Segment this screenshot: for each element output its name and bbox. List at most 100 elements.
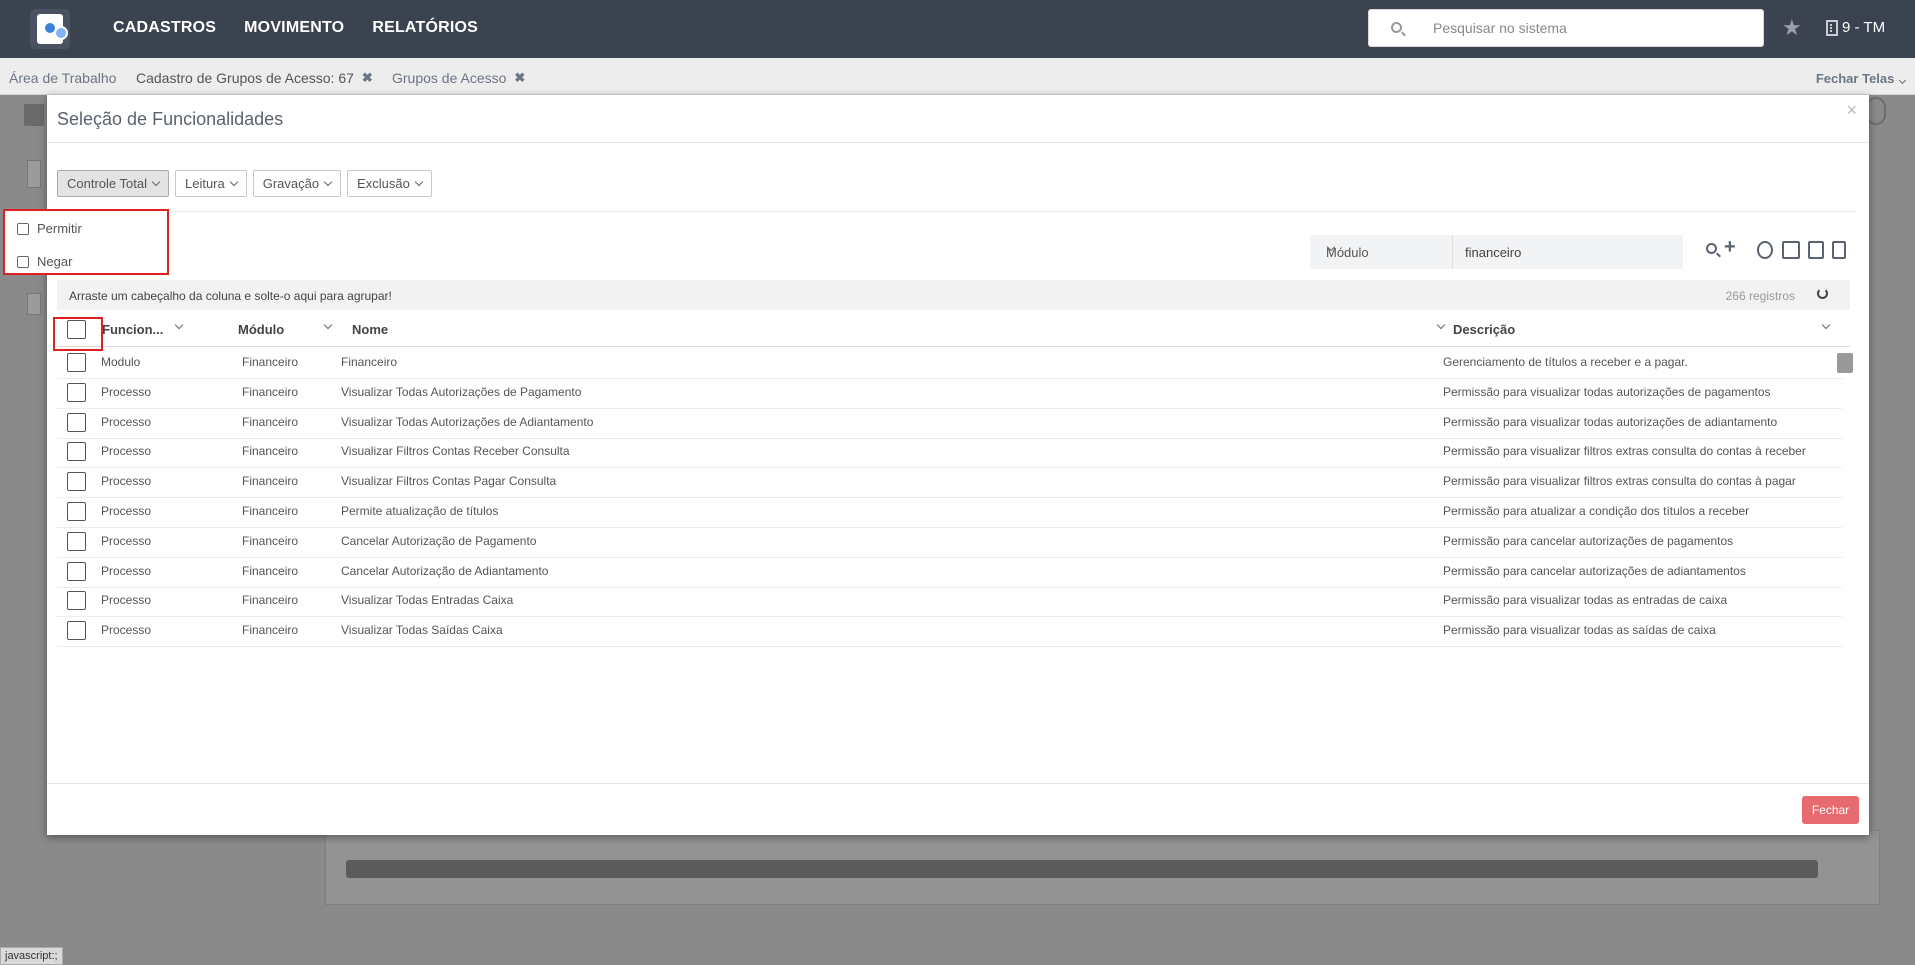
exclusao-dropdown[interactable]: Exclusão <box>347 170 432 197</box>
cell-nome: Permite atualização de títulos <box>341 504 499 518</box>
table-row[interactable]: Processo Financeiro Cancelar Autorização d… <box>57 528 1842 558</box>
cell-descricao: Gerenciamento de títulos a receber e a p… <box>1443 355 1688 369</box>
save-icon <box>24 104 44 126</box>
row-checkbox[interactable] <box>67 502 86 521</box>
grid-scrollbar-thumb[interactable] <box>1837 353 1853 373</box>
divider <box>57 211 1857 212</box>
table-row[interactable]: Processo Financeiro Visualizar Filtros Con… <box>57 468 1842 499</box>
chevron-down-icon <box>414 177 424 187</box>
cell-funcionalidade: Processo <box>101 593 152 608</box>
row-checkbox[interactable] <box>67 353 86 372</box>
tab-area-de-trabalho[interactable]: Área de Trabalho <box>9 70 116 86</box>
menu-item-negar[interactable]: Negar <box>17 254 72 269</box>
export-icon[interactable] <box>1757 241 1773 259</box>
filter-value-input[interactable]: financeiro <box>1453 235 1683 269</box>
tab-cadastro-grupos[interactable]: Cadastro de Grupos de Acesso: 67 ✖ <box>136 70 373 86</box>
cell-modulo: Financeiro <box>242 533 299 548</box>
cell-funcionalidade: Processo <box>101 623 152 638</box>
column-header-modulo[interactable]: Módulo <box>238 320 338 337</box>
app-logo-icon[interactable] <box>30 9 70 49</box>
table-row[interactable]: Processo Financeiro Cancelar Autorização d… <box>57 558 1842 588</box>
close-icon[interactable]: ✖ <box>362 70 373 86</box>
company-selector[interactable]: 9 - TM <box>1826 19 1885 36</box>
row-checkbox[interactable] <box>67 621 86 641</box>
menu-movimento[interactable]: MOVIMENTO <box>244 19 344 37</box>
filter-field-select[interactable]: Módulo <box>1310 235 1453 269</box>
global-search-input[interactable] <box>1433 20 1733 36</box>
refresh-icon[interactable] <box>1817 288 1828 299</box>
cell-modulo: Financeiro <box>242 355 299 369</box>
table-row[interactable]: Processo Financeiro Visualizar Todas Entra… <box>57 587 1842 618</box>
fechar-telas-button[interactable]: Fechar Telas <box>1816 71 1907 86</box>
fechar-button[interactable]: Fechar <box>1802 796 1859 824</box>
row-checkbox[interactable] <box>67 472 86 492</box>
row-checkbox[interactable] <box>67 561 86 581</box>
table-row[interactable]: Processo Financeiro Visualizar Todas Autor… <box>57 379 1842 409</box>
trash-icon[interactable] <box>1832 241 1846 259</box>
chevron-down-icon[interactable] <box>1821 320 1831 330</box>
background-scrollbar <box>346 860 1818 878</box>
row-checkbox[interactable] <box>67 382 86 402</box>
cell-funcionalidade: Modulo <box>101 355 141 369</box>
controle-total-menu: Permitir Negar <box>3 209 169 275</box>
cell-nome: Visualizar Todas Autorizações de Pagamen… <box>341 384 582 399</box>
group-by-panel[interactable]: Arraste um cabeçalho da coluna e solte-o… <box>57 280 1850 310</box>
table-row[interactable]: Processo Financeiro Visualizar Filtros Con… <box>57 438 1842 469</box>
chevron-down-icon[interactable] <box>323 320 333 330</box>
menu-relatorios[interactable]: RELATÓRIOS <box>372 19 478 37</box>
cell-modulo: Financeiro <box>242 563 299 578</box>
table-row[interactable]: Modulo Financeiro Financeiro Gerenciamento … <box>57 349 1842 379</box>
chevron-down-icon[interactable] <box>174 320 184 330</box>
table-row[interactable]: ProcessoFinanceiroPermite Alterar Contas… <box>57 647 1842 649</box>
tabs-bar: Área de Trabalho Cadastro de Grupos de A… <box>0 58 1915 95</box>
cell-nome: Visualizar Todas Autorizações de Adianta… <box>341 414 594 429</box>
table-row[interactable]: Processo Financeiro Visualizar Todas Autor… <box>57 409 1842 439</box>
thumbs-up-icon <box>17 222 29 235</box>
column-header-funcionalidade[interactable]: Funcion... <box>102 320 184 337</box>
selecao-funcionalidades-modal: Seleção de Funcionalidades × Controle To… <box>47 95 1869 835</box>
magnifier-icon[interactable] <box>1706 243 1717 254</box>
column-header-nome[interactable]: Nome <box>352 320 1452 337</box>
record-count: 266 registros <box>1725 289 1795 303</box>
chevron-down-icon <box>229 177 238 187</box>
menu-cadastros[interactable]: CADASTROS <box>113 19 216 37</box>
row-checkbox[interactable] <box>67 591 86 611</box>
cell-funcionalidade: Processo <box>101 563 152 578</box>
search-icon <box>1391 22 1402 33</box>
cell-descricao: Permissão para visualizar todas as entra… <box>1443 593 1728 608</box>
star-icon[interactable]: ★ <box>1782 15 1802 41</box>
print-icon[interactable] <box>1782 241 1800 259</box>
controle-total-dropdown[interactable]: Controle Total <box>57 170 169 197</box>
close-icon[interactable]: × <box>1846 100 1857 121</box>
save-icon[interactable] <box>1808 241 1824 259</box>
gravacao-dropdown[interactable]: Gravação <box>252 170 342 197</box>
cell-modulo: Financeiro <box>242 444 299 459</box>
cell-descricao: Permissão para visualizar todas autoriza… <box>1443 384 1771 399</box>
main-menu: CADASTROS MOVIMENTO RELATÓRIOS <box>113 19 478 37</box>
table-row[interactable]: Processo Financeiro Permite atualização de… <box>57 498 1842 528</box>
close-icon[interactable]: ✖ <box>514 70 525 86</box>
tab-grupos-de-acesso[interactable]: Grupos de Acesso ✖ <box>392 70 525 86</box>
group-hint: Arraste um cabeçalho da coluna e solte-o… <box>69 289 392 303</box>
cell-modulo: Financeiro <box>242 384 299 399</box>
cell-descricao: Permissão para cancelar autorizações de … <box>1443 533 1734 548</box>
leitura-dropdown[interactable]: Leitura <box>174 170 247 197</box>
plus-icon[interactable]: + <box>1724 236 1736 259</box>
divider <box>47 783 1869 784</box>
cell-funcionalidade: Processo <box>101 504 152 518</box>
column-header-descricao[interactable]: Descrição <box>1453 320 1833 337</box>
row-checkbox[interactable] <box>67 412 86 432</box>
menu-item-permitir[interactable]: Permitir <box>17 221 82 236</box>
cell-descricao: Permissão para cancelar autorizações de … <box>1443 563 1746 578</box>
chevron-down-icon[interactable] <box>1436 320 1446 330</box>
modal-header: Seleção de Funcionalidades × <box>47 95 1869 143</box>
table-row[interactable]: Processo Financeiro Visualizar Todas Saída… <box>57 617 1842 648</box>
cell-nome: Cancelar Autorização de Adiantamento <box>341 563 549 578</box>
row-checkbox[interactable] <box>67 442 86 462</box>
cell-funcionalidade: Processo <box>101 533 152 548</box>
background-field <box>27 160 41 188</box>
company-label: 9 - TM <box>1842 19 1886 36</box>
thumbs-down-icon <box>17 255 29 268</box>
cell-descricao: Permissão para visualizar todas autoriza… <box>1443 414 1778 429</box>
row-checkbox[interactable] <box>67 531 86 551</box>
